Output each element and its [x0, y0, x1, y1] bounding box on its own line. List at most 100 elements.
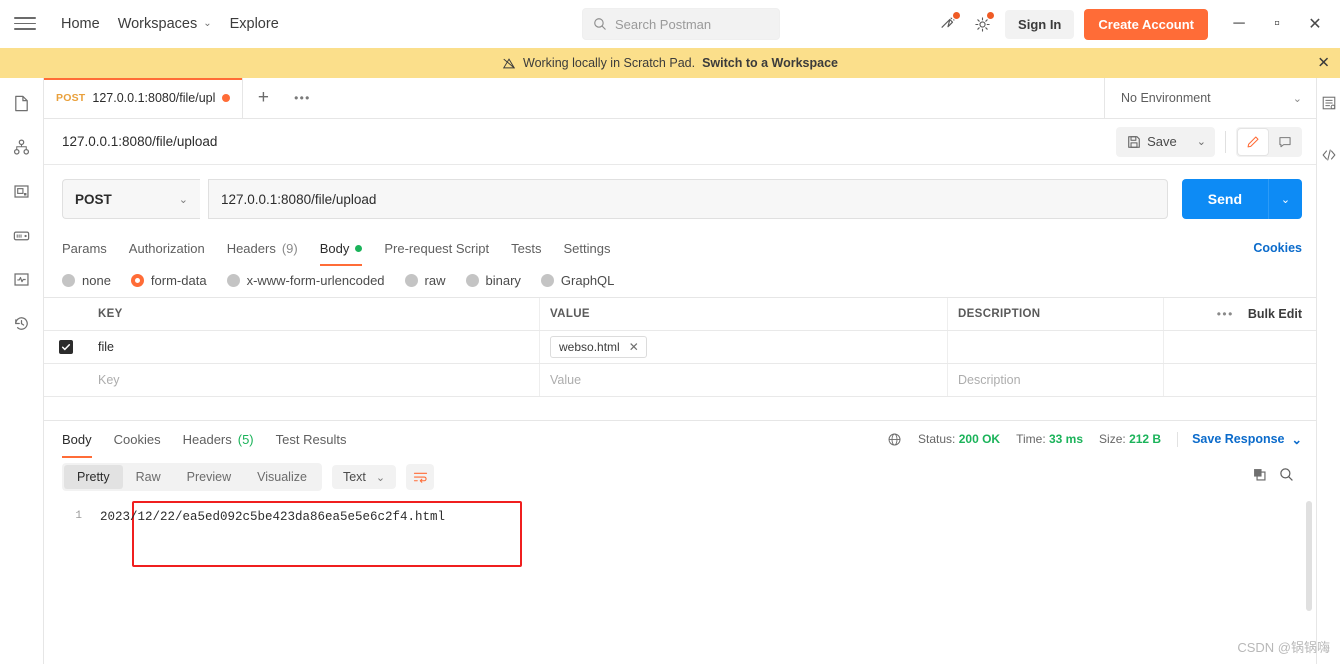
tab-authorization[interactable]: Authorization [129, 231, 205, 265]
view-pretty[interactable]: Pretty [64, 465, 123, 489]
body-type-raw[interactable]: raw [404, 273, 446, 288]
row-value[interactable]: webso.html ✕ [540, 331, 948, 363]
apis-icon[interactable] [6, 132, 38, 162]
search-icon[interactable] [1279, 467, 1294, 487]
copy-icon[interactable] [1252, 467, 1267, 487]
request-tab[interactable]: POST 127.0.0.1:8080/file/upl [44, 78, 244, 118]
tab-label: Body [319, 240, 350, 256]
response-tab-headers[interactable]: Headers (5) [183, 421, 254, 457]
tab-label: Body [62, 431, 92, 447]
save-response-button[interactable]: Save Response ⌄ [1177, 431, 1302, 447]
environment-selector[interactable]: No Environment ⌄ [1104, 78, 1316, 118]
response-tab-body[interactable]: Body [62, 421, 92, 458]
time-label: Time: [1016, 432, 1046, 446]
save-response-label: Save Response [1192, 432, 1285, 446]
sign-in-button[interactable]: Sign In [1005, 9, 1075, 39]
row-checkbox[interactable] [59, 340, 73, 354]
new-tab-button[interactable]: + [243, 78, 283, 118]
view-raw[interactable]: Raw [123, 465, 174, 489]
size-label: Size: [1099, 432, 1126, 446]
file-chip: webso.html ✕ [550, 336, 647, 358]
save-button[interactable]: Save ⌄ [1116, 126, 1215, 157]
table-options-icon[interactable]: ••• [1217, 307, 1234, 321]
banner-link[interactable]: Switch to a Workspace [702, 56, 838, 70]
placeholder-value[interactable]: Value [540, 364, 948, 396]
http-method-select[interactable]: POST ⌄ [62, 179, 200, 219]
tab-method: POST [56, 92, 86, 104]
body-type-x-www-form-urlencoded[interactable]: x-www-form-urlencoded [226, 273, 385, 288]
body-type-none[interactable]: none [62, 273, 111, 288]
divider [1225, 130, 1226, 153]
view-preview[interactable]: Preview [174, 465, 244, 489]
body-type-graphql[interactable]: GraphQL [540, 273, 614, 288]
history-icon[interactable] [6, 308, 38, 338]
placeholder-key[interactable]: Key [88, 364, 540, 396]
main-body: POST 127.0.0.1:8080/file/upl + ••• No En… [0, 78, 1340, 664]
tab-params[interactable]: Params [62, 231, 107, 265]
tab-body[interactable]: Body [319, 231, 363, 266]
collections-icon[interactable] [6, 88, 38, 118]
monitors-icon[interactable] [6, 264, 38, 294]
code-snippet-icon[interactable] [1318, 140, 1340, 170]
tab-label: Test Results [275, 431, 347, 447]
create-account-button[interactable]: Create Account [1084, 8, 1208, 40]
tab-settings[interactable]: Settings [563, 231, 610, 265]
placeholder-description[interactable]: Description [948, 364, 1164, 396]
banner-close-icon[interactable]: ✕ [1317, 56, 1330, 71]
wrap-lines-icon[interactable] [406, 464, 435, 490]
row-checkbox-cell [44, 331, 88, 363]
chevron-down-icon: ⌄ [203, 18, 212, 29]
maximize-button[interactable]: ▫ [1258, 4, 1296, 44]
tab-pre-request-script[interactable]: Pre-request Script [384, 231, 489, 265]
radio-label: binary [485, 273, 521, 288]
minimize-button[interactable]: ─ [1220, 4, 1258, 44]
row-description[interactable] [948, 331, 1164, 363]
response-scrollbar[interactable] [1306, 501, 1312, 611]
save-caret-icon[interactable]: ⌄ [1188, 127, 1215, 157]
response-format-select[interactable]: Text ⌄ [331, 465, 397, 489]
nav-item-home[interactable]: Home [52, 11, 109, 37]
body-type-form-data[interactable]: form-data [130, 273, 207, 288]
pencil-icon[interactable] [1238, 128, 1268, 155]
row-key[interactable]: file [88, 331, 540, 363]
bulk-edit-button[interactable]: Bulk Edit [1248, 307, 1302, 321]
response-tab-cookies[interactable]: Cookies [114, 421, 161, 457]
tab-headers[interactable]: Headers (9) [227, 231, 298, 265]
search-input[interactable]: Search Postman [582, 8, 780, 40]
title-actions: Save ⌄ [1116, 126, 1302, 157]
page-title: 127.0.0.1:8080/file/upload [62, 134, 218, 149]
comment-icon[interactable] [1270, 129, 1300, 155]
gear-icon[interactable] [967, 9, 997, 39]
window-controls: ─ ▫ ✕ [1220, 4, 1334, 44]
send-button[interactable]: Send [1181, 179, 1268, 219]
invite-icon[interactable] [933, 9, 963, 39]
close-button[interactable]: ✕ [1296, 4, 1334, 44]
environment-quick-look-icon[interactable] [1318, 88, 1340, 118]
tab-tests[interactable]: Tests [511, 231, 541, 265]
placeholder-actions [1164, 364, 1316, 396]
environments-icon[interactable] [6, 176, 38, 206]
hamburger-icon[interactable] [14, 13, 36, 35]
file-chip-remove-icon[interactable]: ✕ [629, 341, 639, 353]
send-group: Send ⌄ [1181, 179, 1302, 219]
response-view-controls: Pretty Raw Preview Visualize Text ⌄ [44, 457, 1316, 497]
save-label: Save [1147, 134, 1177, 149]
format-value: Text [342, 470, 366, 484]
nav-item-explore[interactable]: Explore [221, 11, 288, 37]
http-method-value: POST [75, 191, 112, 207]
table-placeholder-row[interactable]: Key Value Description [44, 364, 1316, 397]
nav-item-workspaces[interactable]: Workspaces ⌄ [109, 11, 221, 37]
request-section-tabs: Params Authorization Headers (9) Body Pr… [44, 231, 1316, 266]
send-options-icon[interactable]: ⌄ [1268, 179, 1302, 219]
response-body[interactable]: 1 2023/12/22/ea5ed092c5be423da86ea5e5e6c… [44, 497, 1316, 664]
time-value: 33 ms [1049, 432, 1084, 446]
url-input[interactable]: 127.0.0.1:8080/file/upload [208, 179, 1168, 219]
tab-options-icon[interactable]: ••• [283, 78, 321, 118]
view-visualize[interactable]: Visualize [244, 465, 320, 489]
response-tab-test-results[interactable]: Test Results [276, 421, 347, 457]
radio-icon [226, 274, 240, 287]
table-row[interactable]: file webso.html ✕ [44, 331, 1316, 364]
body-type-binary[interactable]: binary [465, 273, 521, 288]
cookies-link[interactable]: Cookies [1253, 241, 1302, 255]
mock-servers-icon[interactable] [6, 220, 38, 250]
